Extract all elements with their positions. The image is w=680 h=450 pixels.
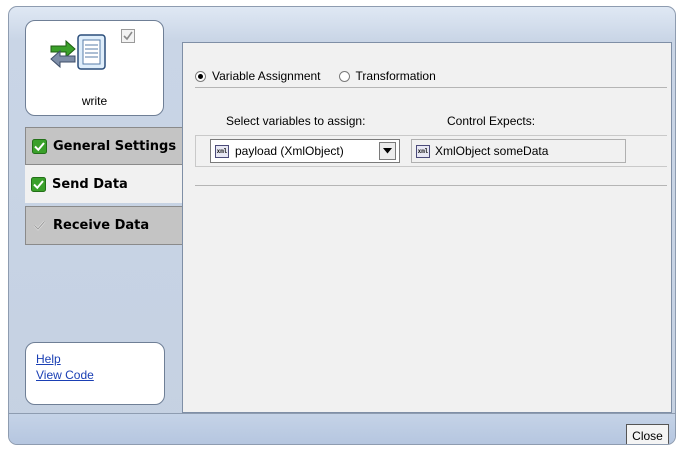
mode-selector: Variable Assignment Transformation [195, 65, 667, 88]
nav-item-receive-data[interactable]: Receive Data [25, 206, 182, 245]
action-card[interactable]: write [25, 20, 164, 116]
nav-label-send-data: Send Data [52, 176, 128, 192]
radio-variable-assignment[interactable]: Variable Assignment [195, 69, 321, 83]
nav-label-general-settings: General Settings [53, 138, 177, 154]
document-icon [77, 34, 106, 70]
green-check-icon [32, 138, 47, 154]
xml-type-icon: xml [215, 144, 229, 158]
variable-select-value: payload (XmlObject) [235, 144, 344, 158]
expected-type-value: XmlObject someData [435, 144, 549, 158]
radio-unselected-icon [338, 70, 350, 82]
nav-item-send-data[interactable]: Send Data [25, 165, 182, 203]
chevron-down-icon[interactable] [379, 142, 396, 160]
green-check-icon [31, 176, 46, 192]
radio-label: Variable Assignment [212, 69, 321, 83]
action-icons [50, 34, 106, 70]
checked-box-icon [121, 29, 135, 43]
assignment-area: Select variables to assign: Control Expe… [195, 99, 667, 186]
nav-item-general-settings[interactable]: General Settings [25, 127, 182, 165]
dialog-window: write General Settings Send Data Receive… [8, 6, 676, 445]
exchange-arrows-icon [50, 39, 76, 69]
help-link[interactable]: Help [36, 351, 164, 367]
gray-check-icon [33, 220, 46, 231]
close-button[interactable]: Close [626, 424, 669, 444]
assignment-row: xml payload (XmlObject) xml XmlObject so… [195, 135, 667, 167]
nav-label-receive-data: Receive Data [53, 218, 150, 233]
help-links-box: Help View Code [25, 342, 165, 405]
content-panel: Variable Assignment Transformation Selec… [182, 42, 672, 413]
bottom-bar: Close [9, 413, 675, 444]
control-expects-header: Control Expects: [447, 114, 536, 128]
radio-label: Transformation [355, 69, 436, 83]
variable-select[interactable]: xml payload (XmlObject) [210, 139, 400, 163]
xml-type-icon: xml [416, 144, 430, 158]
expected-type-field: xml XmlObject someData [411, 139, 626, 163]
radio-transformation[interactable]: Transformation [338, 69, 436, 83]
select-variables-header: Select variables to assign: [226, 114, 366, 128]
view-code-link[interactable]: View Code [36, 367, 164, 383]
action-name: write [81, 94, 108, 108]
radio-selected-icon [195, 70, 206, 82]
